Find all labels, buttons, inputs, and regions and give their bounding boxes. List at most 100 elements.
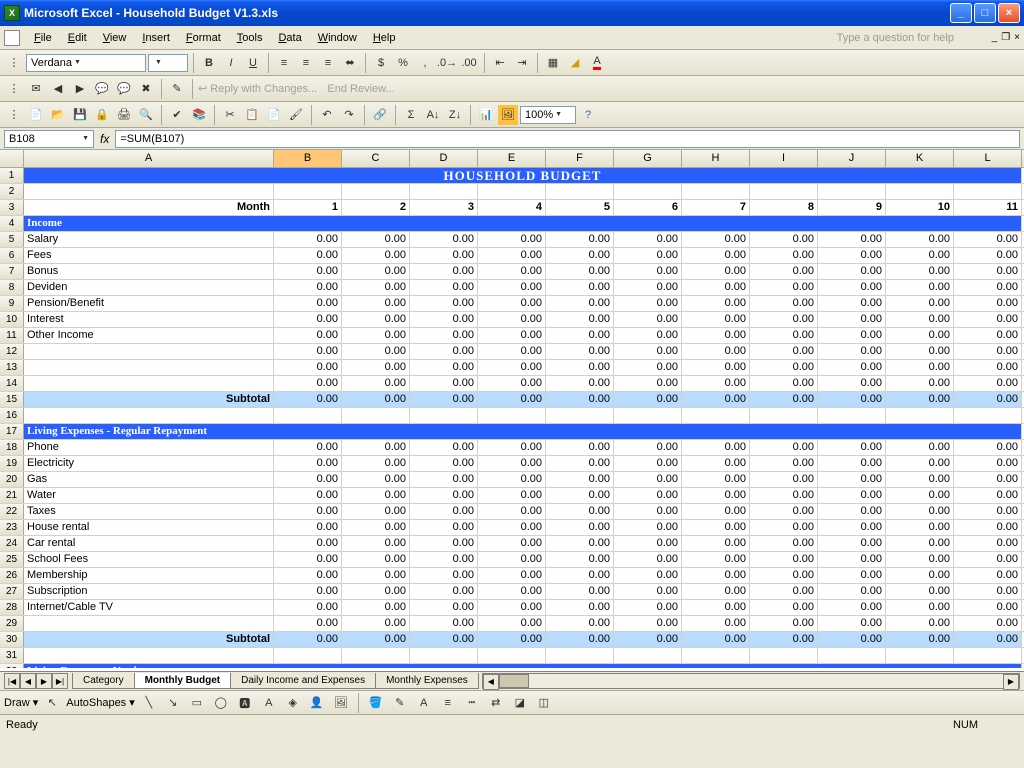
- cell[interactable]: 0.00: [886, 616, 954, 631]
- oval-button[interactable]: ◯: [211, 693, 231, 713]
- select-all-corner[interactable]: [0, 150, 24, 167]
- fill-color-button[interactable]: ◢: [565, 53, 585, 73]
- cell[interactable]: 0.00: [274, 504, 342, 519]
- cell[interactable]: 0.00: [410, 584, 478, 599]
- cell[interactable]: 0.00: [342, 488, 410, 503]
- copy-button[interactable]: 📋: [242, 105, 262, 125]
- cell[interactable]: 0.00: [818, 488, 886, 503]
- cell[interactable]: 0.00: [818, 616, 886, 631]
- doc-minimize-button[interactable]: _: [992, 32, 998, 43]
- cell[interactable]: Taxes: [24, 504, 274, 519]
- cell[interactable]: 0.00: [410, 488, 478, 503]
- column-header-L[interactable]: L: [954, 150, 1022, 167]
- increase-indent-button[interactable]: ⇥: [512, 53, 532, 73]
- cell[interactable]: 0.00: [342, 312, 410, 327]
- cell[interactable]: 0.00: [682, 632, 750, 647]
- cell[interactable]: 0.00: [478, 552, 546, 567]
- cell[interactable]: 0.00: [682, 488, 750, 503]
- cell[interactable]: 0.00: [954, 456, 1022, 471]
- cell[interactable]: [342, 648, 410, 663]
- row-header[interactable]: 5: [0, 232, 24, 247]
- cell[interactable]: [274, 408, 342, 423]
- cell[interactable]: Living Expenses - Needs: [24, 664, 1022, 668]
- ink-button[interactable]: ✎: [167, 79, 187, 99]
- cell[interactable]: 0.00: [478, 440, 546, 455]
- row-header[interactable]: 11: [0, 328, 24, 343]
- cell[interactable]: 0.00: [818, 248, 886, 263]
- cell[interactable]: 0.00: [954, 536, 1022, 551]
- cell[interactable]: 0.00: [818, 584, 886, 599]
- cell[interactable]: 0.00: [410, 440, 478, 455]
- cell[interactable]: [24, 408, 274, 423]
- font-color-button[interactable]: A: [414, 693, 434, 713]
- cell[interactable]: 0.00: [410, 264, 478, 279]
- row-header[interactable]: 19: [0, 456, 24, 471]
- cell[interactable]: Deviden: [24, 280, 274, 295]
- cell[interactable]: 0.00: [682, 520, 750, 535]
- row-header[interactable]: 24: [0, 536, 24, 551]
- cell[interactable]: 0.00: [886, 504, 954, 519]
- cell[interactable]: 0.00: [682, 616, 750, 631]
- cell[interactable]: 0.00: [750, 488, 818, 503]
- cell[interactable]: 0.00: [274, 568, 342, 583]
- cell[interactable]: 0.00: [682, 280, 750, 295]
- cell[interactable]: 0.00: [478, 392, 546, 407]
- cell[interactable]: [274, 648, 342, 663]
- align-left-button[interactable]: ≡: [274, 53, 294, 73]
- sheet-tab[interactable]: Daily Income and Expenses: [230, 673, 376, 689]
- shadow-button[interactable]: ◪: [510, 693, 530, 713]
- cell[interactable]: 0.00: [682, 504, 750, 519]
- cell[interactable]: [886, 648, 954, 663]
- cell[interactable]: Membership: [24, 568, 274, 583]
- cell[interactable]: 0.00: [478, 248, 546, 263]
- column-header-F[interactable]: F: [546, 150, 614, 167]
- doc-close-button[interactable]: ×: [1014, 32, 1020, 43]
- cell[interactable]: 0.00: [274, 312, 342, 327]
- cell[interactable]: 0.00: [682, 472, 750, 487]
- cell[interactable]: 9: [818, 200, 886, 215]
- maximize-button[interactable]: □: [974, 3, 996, 23]
- cell[interactable]: 0.00: [546, 280, 614, 295]
- cell[interactable]: 0.00: [886, 360, 954, 375]
- comma-button[interactable]: ,: [415, 53, 435, 73]
- close-button[interactable]: ×: [998, 3, 1020, 23]
- cell[interactable]: 0.00: [750, 248, 818, 263]
- cell[interactable]: 0.00: [546, 376, 614, 391]
- cell[interactable]: [818, 408, 886, 423]
- autosum-button[interactable]: Σ: [401, 105, 421, 125]
- cell[interactable]: Month: [24, 200, 274, 215]
- wordart-button[interactable]: A: [259, 693, 279, 713]
- cell[interactable]: 0.00: [682, 440, 750, 455]
- cell[interactable]: 0.00: [886, 344, 954, 359]
- cell[interactable]: 0.00: [614, 488, 682, 503]
- cell[interactable]: 0.00: [886, 632, 954, 647]
- cell[interactable]: 0.00: [478, 360, 546, 375]
- cell[interactable]: Electricity: [24, 456, 274, 471]
- cell[interactable]: 0.00: [614, 536, 682, 551]
- row-header[interactable]: 4: [0, 216, 24, 231]
- row-header[interactable]: 14: [0, 376, 24, 391]
- cell[interactable]: 0.00: [682, 344, 750, 359]
- borders-button[interactable]: ▦: [543, 53, 563, 73]
- help-search[interactable]: Type a question for help: [837, 32, 954, 44]
- column-header-A[interactable]: A: [24, 150, 274, 167]
- cell[interactable]: Living Expenses - Regular Repayment: [24, 424, 1022, 439]
- permission-button[interactable]: 🔒: [92, 105, 112, 125]
- cell[interactable]: 0.00: [342, 568, 410, 583]
- cell[interactable]: 0.00: [750, 296, 818, 311]
- cell[interactable]: 0.00: [410, 344, 478, 359]
- cell[interactable]: 0.00: [750, 600, 818, 615]
- dash-style-button[interactable]: ┅: [462, 693, 482, 713]
- align-right-button[interactable]: ≡: [318, 53, 338, 73]
- print-button[interactable]: 🖨: [114, 105, 134, 125]
- cell[interactable]: 0.00: [886, 440, 954, 455]
- cell[interactable]: 0.00: [682, 232, 750, 247]
- cell[interactable]: 0.00: [818, 392, 886, 407]
- row-header[interactable]: 8: [0, 280, 24, 295]
- column-header-D[interactable]: D: [410, 150, 478, 167]
- cell[interactable]: 0.00: [886, 264, 954, 279]
- cell[interactable]: 0.00: [274, 616, 342, 631]
- cell[interactable]: 0.00: [614, 440, 682, 455]
- cell[interactable]: 0.00: [546, 552, 614, 567]
- cell[interactable]: [410, 408, 478, 423]
